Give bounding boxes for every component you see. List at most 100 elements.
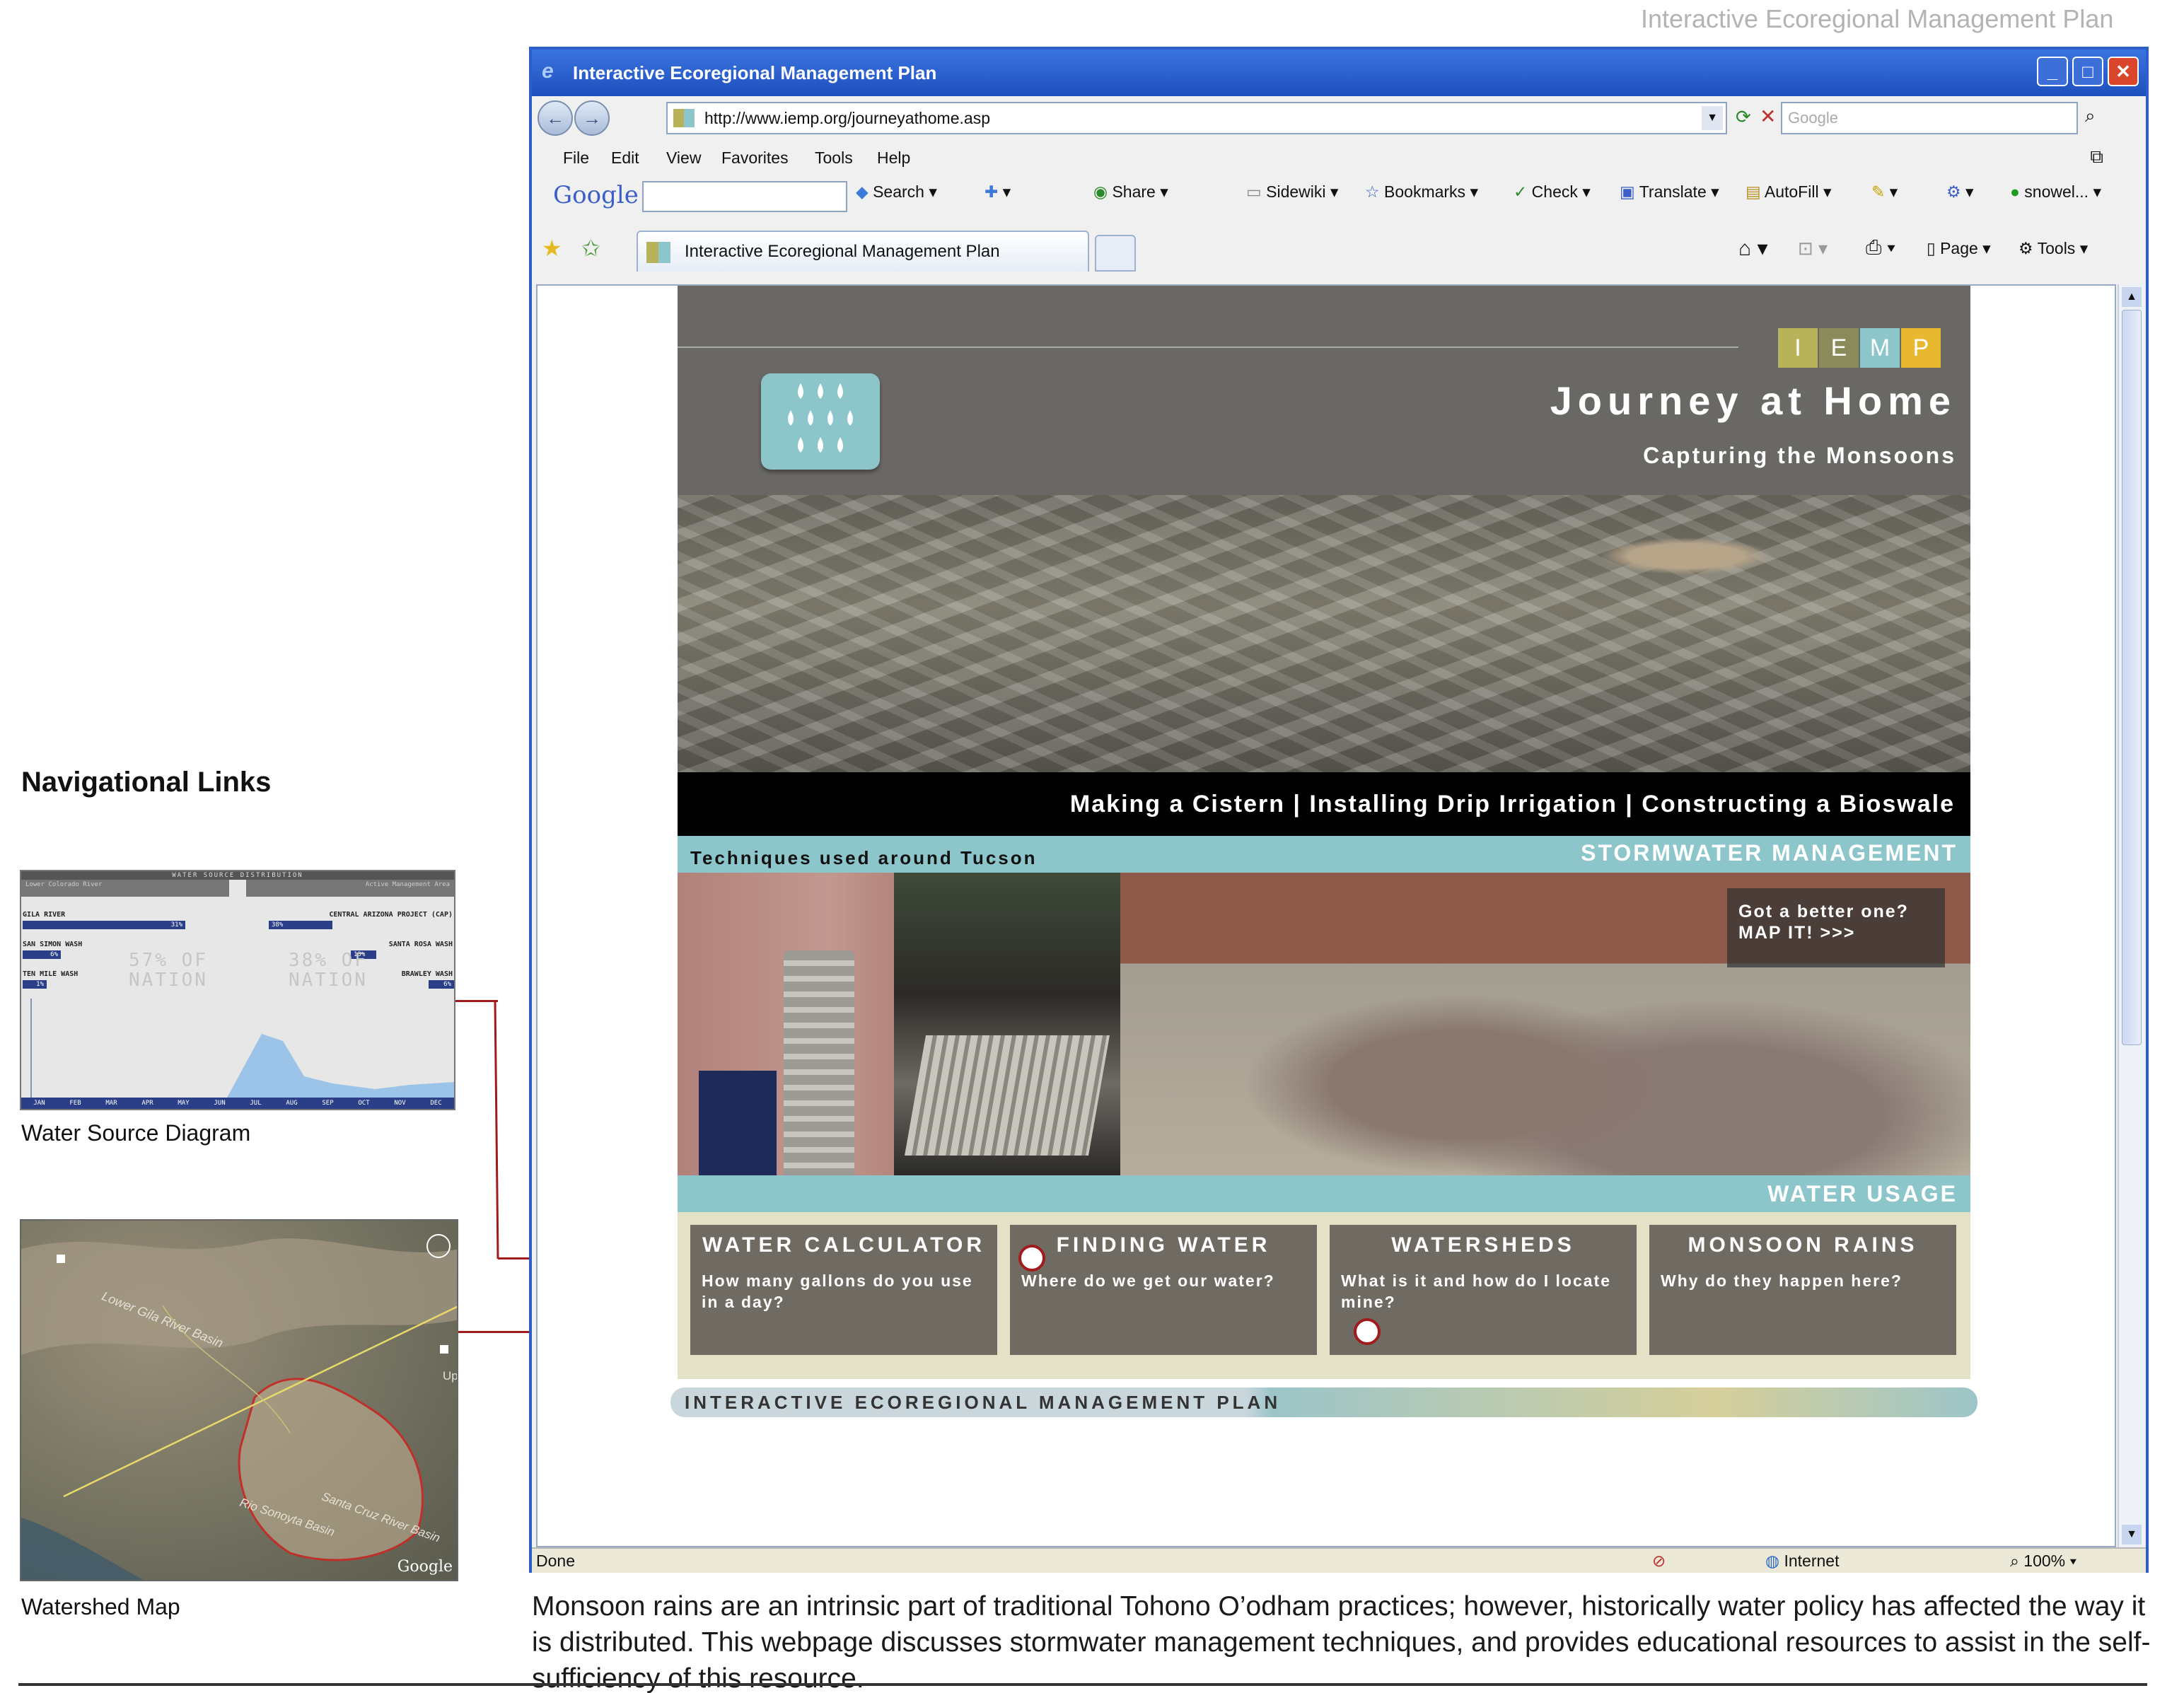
home-icon[interactable]: ⌂ ▾ — [1738, 236, 1768, 261]
scroll-thumb[interactable] — [2122, 310, 2142, 1045]
drip-irrigation-photo[interactable] — [894, 873, 1120, 1175]
tab-row: ★ ✩ Interactive Ecoregional Management P… — [532, 226, 2146, 273]
favorites-star-icon[interactable]: ★ — [542, 235, 562, 262]
feeds-icon[interactable]: ⊡ ▾ — [1798, 238, 1828, 260]
card-title: FINDING WATER — [1056, 1233, 1271, 1257]
toolbar-autofill[interactable]: ▤ AutoFill ▾ — [1746, 182, 1832, 202]
card-water-calculator[interactable]: WATER CALCULATOR How many gallons do you… — [690, 1225, 997, 1355]
card-description: What is it and how do I locate mine? — [1341, 1272, 1612, 1311]
tools-gear-icon: ⚙ — [2019, 239, 2033, 257]
menu-view[interactable]: View — [666, 149, 701, 168]
water-hero-image — [678, 495, 1970, 772]
forward-button[interactable]: → — [574, 100, 610, 136]
autofill-icon: ▤ — [1746, 182, 1761, 201]
address-bar[interactable]: http://www.iemp.org/journeyathome.asp ▼ — [666, 102, 1727, 134]
scroll-up-icon[interactable]: ▲ — [2122, 287, 2142, 307]
translate-icon: ▣ — [1620, 182, 1635, 201]
logo-letter-i: I — [1778, 328, 1818, 368]
minimize-button[interactable]: _ — [2037, 57, 2068, 86]
refresh-icon[interactable]: ⟳ — [1736, 106, 1751, 128]
add-favorite-icon[interactable]: ✩ — [581, 235, 600, 262]
back-button[interactable]: ← — [538, 100, 573, 136]
toolbar-translate-label: Translate — [1639, 182, 1707, 201]
diagram-header: WATER SOURCE DISTRIBUTION — [21, 871, 454, 880]
search-input[interactable]: Google — [1781, 102, 2078, 134]
toolbar-search[interactable]: ◆ Search ▾ — [856, 182, 937, 202]
water-usage-cards: WATER CALCULATOR How many gallons do you… — [678, 1212, 1970, 1379]
page-icon[interactable]: ⧉ — [2090, 146, 2103, 168]
cistern-photo[interactable] — [678, 873, 894, 1175]
card-description: Why do they happen here? — [1661, 1272, 1903, 1290]
menu-file[interactable]: File — [563, 149, 589, 168]
google-toolbar: Google ◆ Search ▾ ✚ ▾ ◉ Share ▾ ▭ Sidewi… — [532, 175, 2146, 218]
tab-active[interactable]: Interactive Ecoregional Management Plan — [637, 231, 1089, 272]
vertical-scrollbar[interactable]: ▲ ▼ — [2118, 284, 2144, 1547]
command-page-label: Page — [1940, 239, 1978, 257]
toolbar-plus[interactable]: ✚ ▾ — [984, 182, 1011, 202]
month-label: DEC — [430, 1100, 442, 1107]
card-description: Where do we get our water? — [1021, 1272, 1275, 1290]
search-icon[interactable]: ⌕ — [2085, 105, 2096, 127]
diagram-right-region: Active Management Area — [246, 880, 454, 897]
title-bar: e Interactive Ecoregional Management Pla… — [532, 50, 2146, 96]
zoom-icon: ⌕ — [2010, 1552, 2019, 1570]
diagram-left-percent: 57% OF NATION — [129, 950, 208, 991]
technique-nav-links[interactable]: Making a Cistern | Installing Drip Irrig… — [678, 772, 1970, 836]
card-title: WATERSHEDS — [1391, 1233, 1575, 1257]
logo-letter-p: P — [1901, 328, 1941, 368]
card-description: How many gallons do you use in a day? — [702, 1272, 973, 1311]
bottom-divider — [18, 1683, 2147, 1686]
address-dropdown-icon[interactable]: ▼ — [1702, 106, 1723, 130]
techniques-label: Techniques used around Tucson — [690, 847, 1038, 868]
toolbar-check[interactable]: ✓ Check ▾ — [1514, 182, 1591, 202]
toolbar-settings[interactable]: ⚙ ▾ — [1946, 182, 1974, 202]
watershed-map-thumbnail[interactable]: Lower Gila River Basin Rio Sonoyta Basin… — [20, 1219, 458, 1581]
card-monsoon-rains[interactable]: MONSOON RAINS Why do they happen here? — [1649, 1225, 1956, 1355]
status-bar: Done ⊘ ◍ Internet ⌕ 100% ▾ — [532, 1547, 2146, 1573]
menu-favorites[interactable]: Favorites — [721, 149, 789, 168]
search-icon: ◆ — [856, 182, 869, 201]
zoom-control[interactable]: ⌕ 100% ▾ — [2010, 1549, 2076, 1573]
command-tools[interactable]: ⚙ Tools ▾ — [2019, 239, 2088, 258]
water-source-diagram-thumbnail[interactable]: WATER SOURCE DISTRIBUTION Lower Colorado… — [20, 870, 455, 1110]
diagram-row-label: GILA RIVER — [23, 911, 66, 919]
toolbar-translate[interactable]: ▣ Translate ▾ — [1620, 182, 1719, 202]
card-finding-water[interactable]: FINDING WATER Where do we get our water? — [1010, 1225, 1317, 1355]
month-label: MAY — [178, 1100, 190, 1107]
command-page[interactable]: ▯ Page ▾ — [1927, 239, 1991, 258]
scroll-down-icon[interactable]: ▼ — [2122, 1525, 2142, 1544]
card-title: MONSOON RAINS — [1688, 1233, 1918, 1257]
toolbar-highlighter[interactable]: ✎ ▾ — [1871, 182, 1898, 202]
toolbar-account[interactable]: ● snowel... ▾ — [2010, 182, 2101, 202]
menu-edit[interactable]: Edit — [611, 149, 639, 168]
map-it-link[interactable]: MAP IT! >>> — [1738, 922, 1934, 943]
toolbar-sidewiki[interactable]: ▭ Sidewiki ▾ — [1246, 182, 1338, 202]
toolbar-sidewiki-label: Sidewiki — [1266, 182, 1326, 201]
maximize-button[interactable]: □ — [2072, 57, 2103, 86]
toolbar-account-label: snowel... — [2024, 182, 2089, 201]
toolbar-share[interactable]: ◉ Share ▾ — [1093, 182, 1168, 202]
privacy-icon[interactable]: ⊘ — [1652, 1549, 1666, 1573]
site-subtitle: Capturing the Monsoons — [1643, 443, 1956, 468]
google-toolbar-logo: Google — [553, 181, 639, 209]
new-tab-button[interactable] — [1095, 235, 1136, 272]
stop-icon[interactable]: ✕ — [1760, 105, 1776, 128]
print-icon[interactable]: ⎙ ▾ — [1866, 236, 1895, 260]
toolbar-autofill-label: AutoFill — [1764, 182, 1819, 201]
month-label: APR — [141, 1100, 153, 1107]
close-button[interactable]: ✕ — [2108, 57, 2139, 86]
water-usage-label: WATER USAGE — [1767, 1181, 1958, 1206]
toolbar-bookmarks[interactable]: ☆ Bookmarks ▾ — [1365, 182, 1478, 202]
diagram-row-bar: 6% — [429, 980, 454, 989]
security-zone[interactable]: ◍ Internet — [1765, 1549, 1839, 1573]
month-label: SEP — [322, 1100, 334, 1107]
toolbar-search-label: Search — [873, 182, 924, 201]
google-search-input[interactable] — [642, 181, 847, 212]
menu-help[interactable]: Help — [877, 149, 910, 168]
month-label: JUL — [250, 1100, 262, 1107]
map-it-callout[interactable]: Got a better one? MAP IT! >>> — [1727, 888, 1945, 967]
highlighter-icon: ✎ — [1871, 182, 1886, 201]
menu-tools[interactable]: Tools — [815, 149, 853, 168]
month-label: NOV — [394, 1100, 406, 1107]
globe-icon: ◍ — [1765, 1552, 1780, 1570]
